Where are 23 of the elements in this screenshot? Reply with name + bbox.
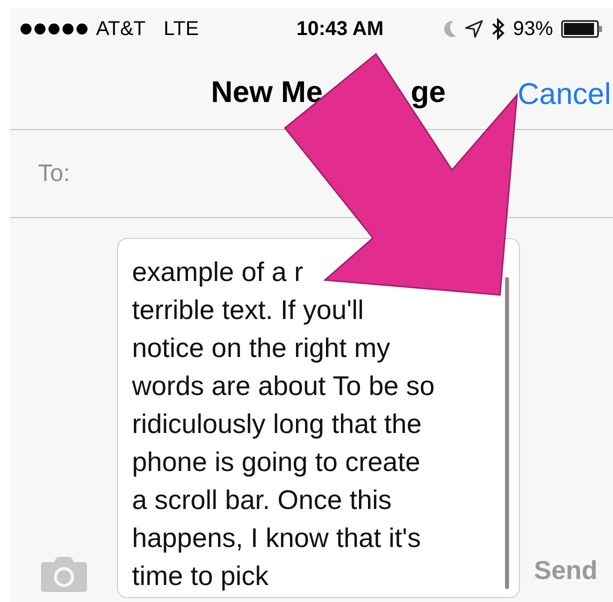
bluetooth-icon	[490, 18, 505, 40]
message-text-line: notice on the right my	[132, 332, 390, 365]
message-text-line: time to pick	[132, 560, 269, 593]
window-title: ge	[410, 75, 446, 111]
send-button[interactable]: Send	[534, 551, 598, 590]
message-field[interactable]	[117, 238, 520, 598]
to-label[interactable]: To:	[38, 156, 70, 192]
cancel-button[interactable]: Cancel	[518, 72, 611, 117]
message-text-line: ridiculously long that the	[132, 408, 422, 441]
network-label: LTE	[164, 17, 199, 42]
message-text-line: happens, I know that it's	[132, 522, 421, 555]
message-text-line: phone is going to create	[132, 446, 420, 479]
message-text-line: a scroll bar. Once this	[132, 484, 392, 517]
location-arrow-icon	[464, 20, 483, 38]
message-text-line: words are about To be so	[132, 370, 435, 403]
battery-percent: 93%	[512, 17, 553, 42]
signal-icon	[20, 23, 88, 35]
clock-time: 10:43 AM	[295, 17, 385, 42]
message-text-line: example of a r	[132, 256, 304, 289]
window-title: New Me	[211, 75, 323, 111]
battery-icon	[561, 19, 603, 39]
carrier-label: AT&T	[96, 17, 146, 42]
message-text-line: terrible text. If you'll	[132, 294, 364, 327]
